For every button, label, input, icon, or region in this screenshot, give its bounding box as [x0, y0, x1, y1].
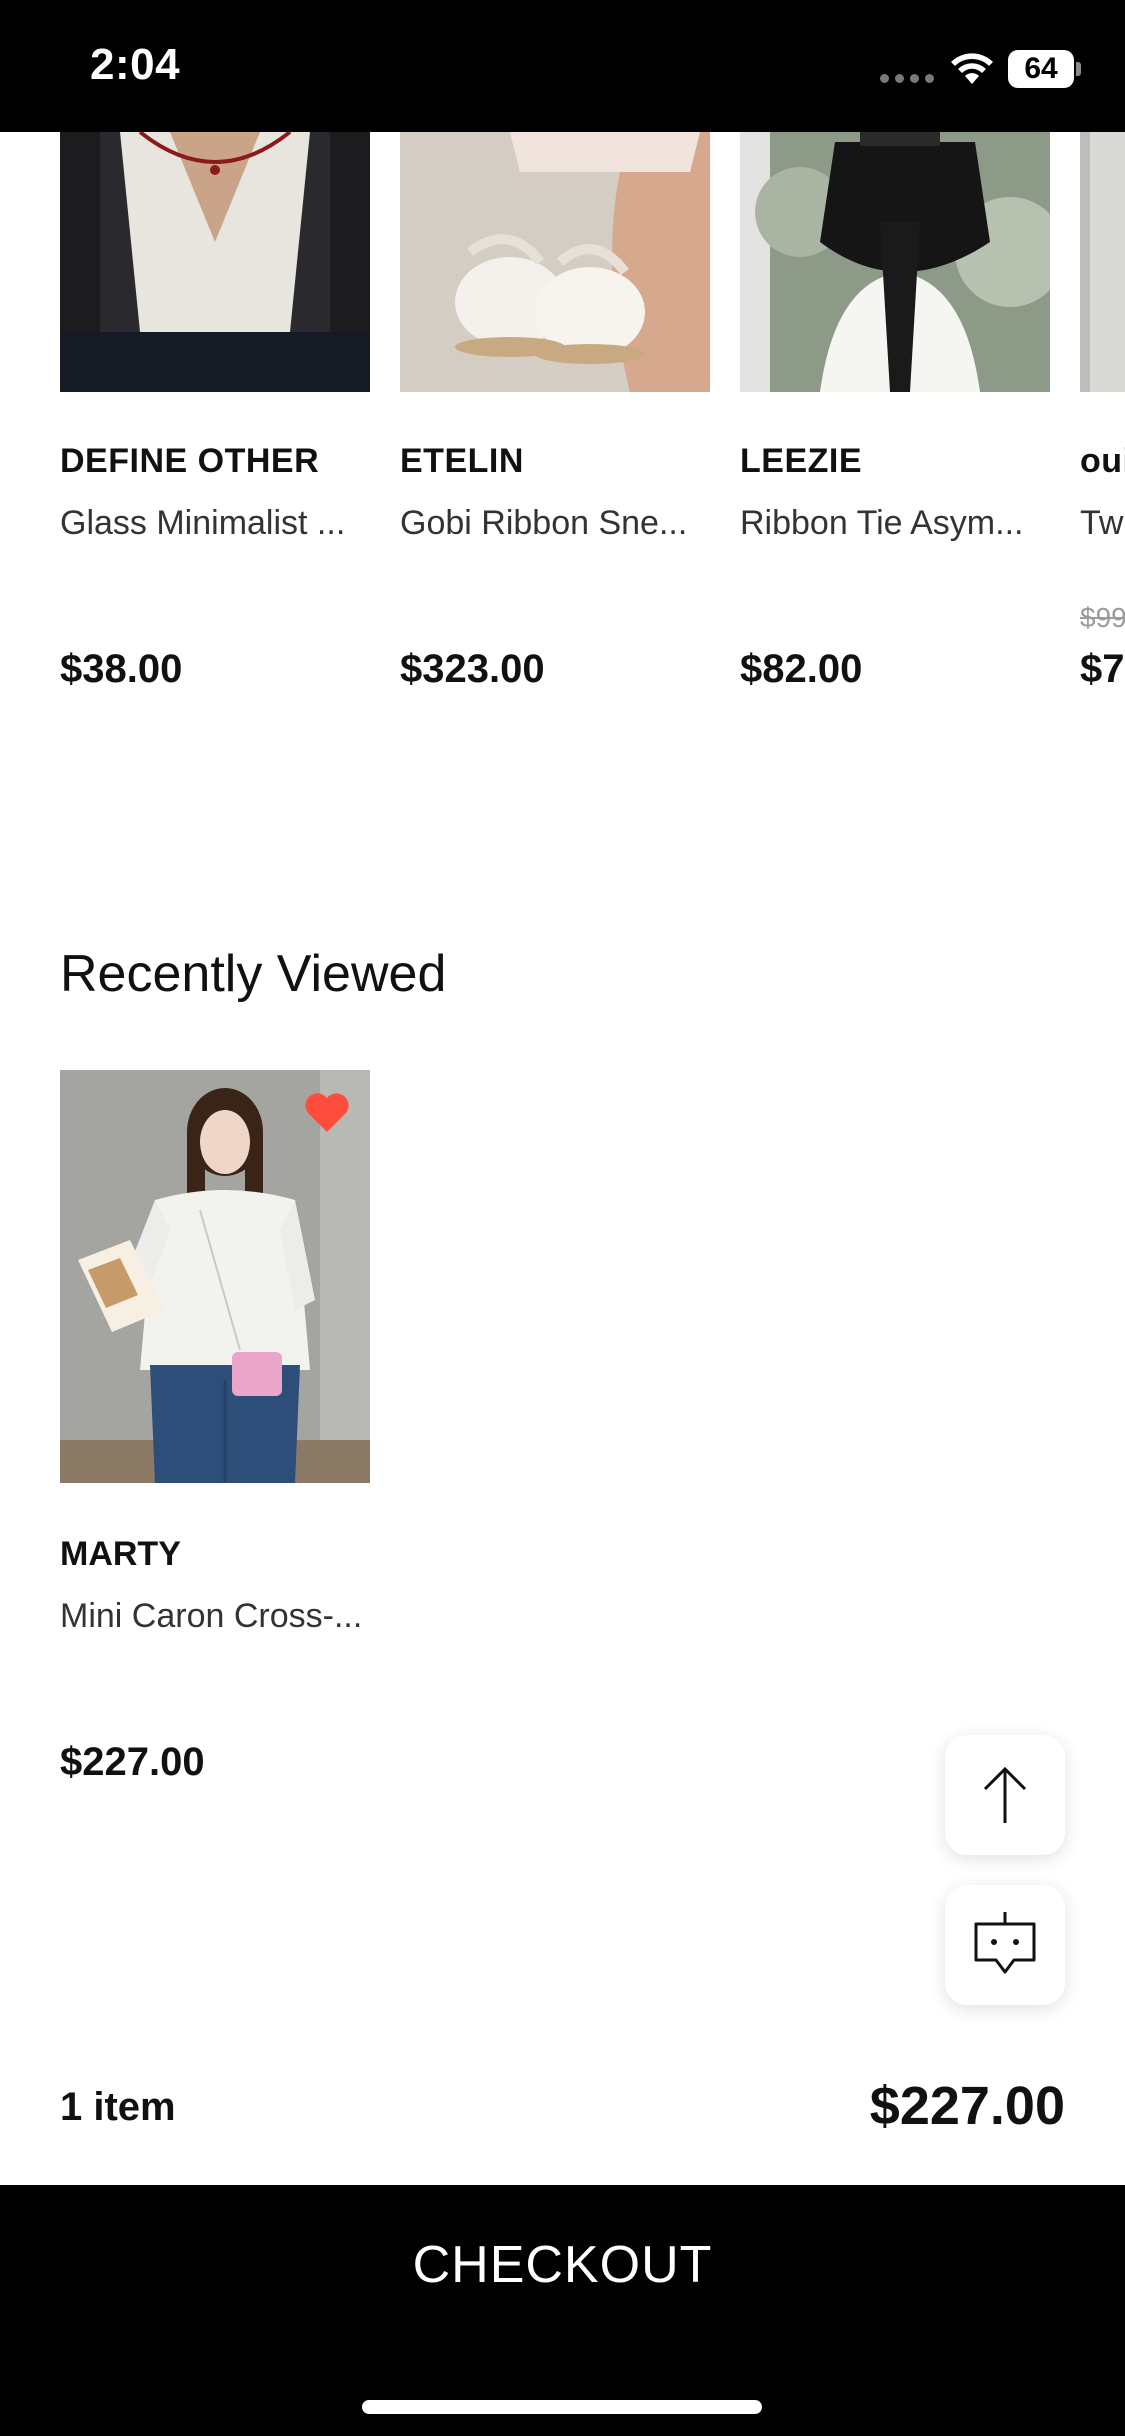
product-title: Mini Caron Cross-... [60, 1597, 363, 1635]
product-title: Ribbon Tie Asym... [740, 504, 1024, 542]
product-image[interactable] [740, 132, 1050, 392]
product-brand: MARTY [60, 1535, 181, 1573]
heart-icon[interactable] [304, 1092, 350, 1134]
checkout-label: CHECKOUT [412, 2236, 713, 2294]
cart-total: $227.00 [869, 2076, 1065, 2136]
checkout-button[interactable]: CHECKOUT [0, 2185, 1125, 2436]
status-time: 2:04 [90, 40, 181, 89]
product-carousel[interactable]: DEFINE OTHER Glass Minimalist ... $38.00… [0, 132, 1125, 732]
home-indicator[interactable] [362, 2400, 762, 2414]
product-brand: LEEZIE [740, 442, 863, 480]
section-title-recently-viewed: Recently Viewed [60, 945, 447, 1003]
product-price: $38.00 [60, 647, 183, 691]
product-price: $82.00 [740, 647, 863, 691]
product-brand: DEFINE OTHER [60, 442, 320, 480]
battery-tip [1076, 62, 1081, 76]
product-price: $227.00 [60, 1740, 205, 1784]
product-card[interactable]: DEFINE OTHER Glass Minimalist ... $38.00 [60, 132, 370, 691]
product-image[interactable] [400, 132, 710, 392]
product-card[interactable]: oui Twi $99 $7 [1080, 132, 1125, 691]
recently-viewed-card[interactable]: MARTY Mini Caron Cross-... $227.00 [60, 1070, 370, 1784]
scroll-to-top-button[interactable] [945, 1735, 1065, 1855]
arrow-up-icon [983, 1766, 1027, 1823]
product-price: $7 [1080, 647, 1125, 691]
product-image[interactable] [60, 1070, 370, 1483]
chat-bot-icon [974, 1912, 1036, 1974]
product-price: $323.00 [400, 647, 545, 691]
status-bar: 2:04 64 [0, 0, 1125, 132]
product-brand: ETELIN [400, 442, 524, 480]
product-card[interactable]: LEEZIE Ribbon Tie Asym... $82.00 [740, 132, 1050, 691]
cellular-signal-icon [880, 74, 934, 83]
product-title: Glass Minimalist ... [60, 504, 346, 542]
product-image[interactable] [60, 132, 370, 392]
product-original-price: $99 [1080, 602, 1125, 633]
battery-indicator: 64 [1008, 50, 1074, 88]
product-title: Gobi Ribbon Sne... [400, 504, 688, 542]
chat-support-button[interactable] [945, 1885, 1065, 2005]
product-title: Twi [1080, 504, 1125, 542]
wifi-icon [951, 53, 993, 84]
product-brand: oui [1080, 442, 1125, 480]
cart-item-count: 1 item [60, 2085, 176, 2129]
product-card[interactable]: ETELIN Gobi Ribbon Sne... $323.00 [400, 132, 710, 691]
product-image[interactable] [1080, 132, 1125, 392]
